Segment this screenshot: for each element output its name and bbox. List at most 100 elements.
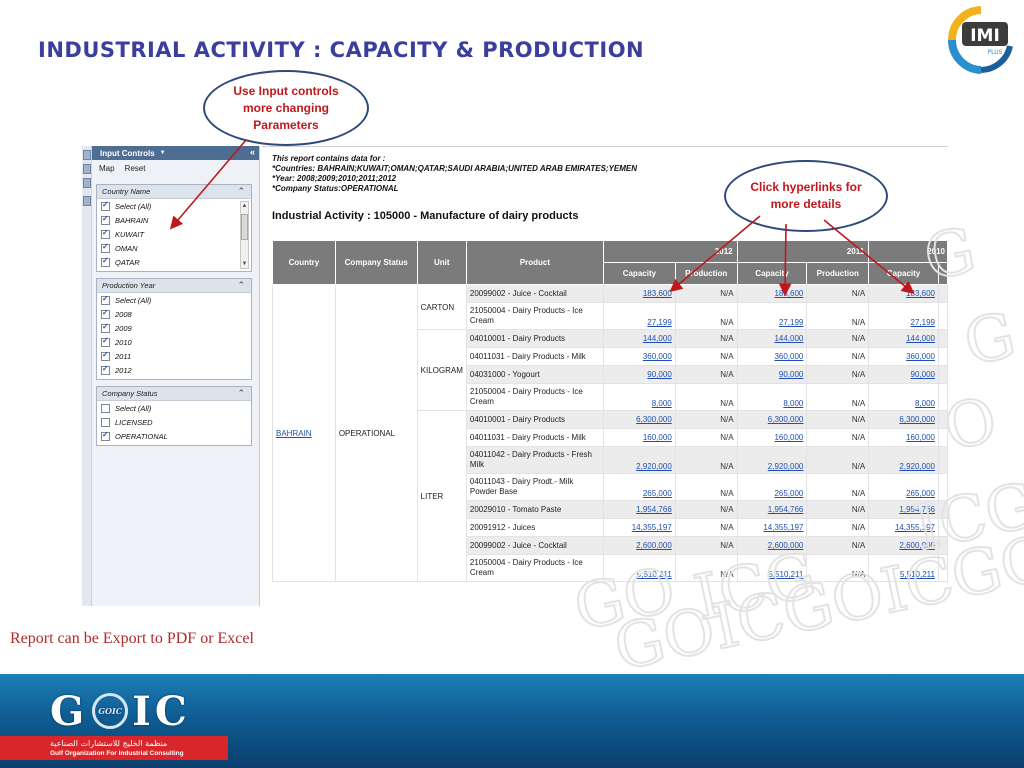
scroll-thumb[interactable] [241,214,248,240]
capacity-link[interactable]: 5,510,211 [768,570,803,579]
capacity-link[interactable]: 8,000 [915,399,935,408]
checkbox[interactable] [101,242,110,253]
capacity-link[interactable]: 160,000 [643,433,672,442]
scroll-up-icon[interactable]: ▲ [241,202,248,210]
filter-option[interactable]: BAHRAIN [97,213,251,227]
capacity-link[interactable]: 183,600 [906,289,935,298]
capacity-link[interactable]: 90,000 [647,370,671,379]
reset-button[interactable]: Reset [125,164,146,173]
filter-option[interactable]: 2012 [97,363,251,377]
checkbox[interactable] [101,294,110,305]
production-cell: N/A [806,329,870,348]
capacity-link[interactable]: 27,199 [647,318,671,327]
capacity-link[interactable]: 6,300,000 [899,415,935,424]
capacity-link[interactable]: 160,000 [774,433,803,442]
capacity-link[interactable]: 360,000 [906,352,935,361]
header-production: Production [806,262,870,285]
criteria-line: *Countries: BAHRAIN;KUWAIT;OMAN;QATAR;SA… [272,164,638,173]
chevron-up-icon[interactable]: ⌃ [237,186,245,197]
production-cell: N/A [674,347,738,366]
checkbox[interactable] [101,403,110,413]
capacity-link[interactable]: 2,920,000 [636,462,672,471]
capacity-cell: 27,199 [603,302,676,330]
capacity-cell: 14,355,197 [736,518,808,537]
product-cell: 04031000 - Yogourt [465,365,605,384]
country-list-scrollbar[interactable]: ▲ ▼ [240,201,249,269]
capacity-link[interactable]: 2,920,000 [899,462,935,471]
capacity-link[interactable]: 1,954,766 [636,505,672,514]
capacity-link[interactable]: 265,000 [774,489,803,498]
capacity-link[interactable]: 1,954,766 [768,505,804,514]
capacity-link[interactable]: 360,000 [643,352,672,361]
filter-option[interactable]: KUWAIT [97,227,251,241]
checkbox[interactable] [101,200,110,211]
filter-option[interactable]: OMAN [97,241,251,255]
checkbox[interactable] [101,364,110,375]
capacity-link[interactable]: 360,000 [774,352,803,361]
capacity-link[interactable]: 27,199 [779,318,803,327]
map-button[interactable]: Map [99,164,115,173]
filter-option[interactable]: 2010 [97,335,251,349]
capacity-link[interactable]: 6,300,000 [768,415,804,424]
strip-button[interactable] [83,164,91,174]
filter-option[interactable]: LICENSED [97,415,251,429]
capacity-link[interactable]: 14,355,197 [895,523,935,532]
capacity-link[interactable]: 1,954,766 [899,505,935,514]
capacity-link[interactable]: 2,600,000 [636,541,672,550]
filter-option[interactable]: Select (All) [97,293,251,307]
capacity-link[interactable]: 14,355,197 [763,523,803,532]
capacity-link[interactable]: 8,000 [652,399,672,408]
checkbox[interactable] [101,322,110,333]
capacity-link[interactable]: 144,000 [906,334,935,343]
chevron-up-icon[interactable]: ⌃ [237,280,245,291]
strip-button[interactable] [83,150,91,160]
export-note: Report can be Export to PDF or Excel [10,630,254,647]
filter-option[interactable]: 2011 [97,349,251,363]
filter-option[interactable]: OPERATIONAL [97,429,251,443]
strip-button[interactable] [83,178,91,188]
capacity-link[interactable]: 90,000 [911,370,935,379]
capacity-link[interactable]: 183,600 [774,289,803,298]
capacity-link[interactable]: 8,000 [783,399,803,408]
capacity-link[interactable]: 14,355,197 [632,523,672,532]
chevron-down-icon[interactable]: ▼ [160,150,166,156]
capacity-link[interactable]: 144,000 [774,334,803,343]
capacity-link[interactable]: 2,600,000 [899,541,935,550]
header-production: Production [674,262,738,285]
checkbox[interactable] [101,350,110,361]
filter-option[interactable]: QATAR [97,255,251,269]
chevron-up-icon[interactable]: ⌃ [237,388,245,399]
capacity-link[interactable]: 27,199 [911,318,935,327]
checkbox[interactable] [101,430,110,441]
capacity-cell: 183,600 [868,284,939,303]
capacity-link[interactable]: 160,000 [906,433,935,442]
checkbox[interactable] [101,214,110,225]
checkbox[interactable] [101,336,110,347]
input-controls-header[interactable]: Input Controls ▼ « [92,146,259,160]
checkbox[interactable] [101,228,110,239]
capacity-link[interactable]: 5,510,211 [900,570,935,579]
checkbox[interactable] [101,256,110,267]
capacity-link[interactable]: 265,000 [643,489,672,498]
checkbox[interactable] [101,417,110,427]
capacity-link[interactable]: 2,600,000 [768,541,804,550]
capacity-link[interactable]: 144,000 [643,334,672,343]
production-cell: N/A [674,383,738,411]
strip-button[interactable] [83,196,91,206]
filter-option[interactable]: Select (All) [97,401,251,415]
capacity-link[interactable]: 90,000 [779,370,803,379]
capacity-link[interactable]: 5,510,211 [637,570,672,579]
filter-option[interactable]: 2009 [97,321,251,335]
checkbox[interactable] [101,308,110,319]
scroll-down-icon[interactable]: ▼ [241,260,248,268]
filter-option[interactable]: 2008 [97,307,251,321]
country-link[interactable]: BAHRAIN [276,429,312,438]
capacity-link[interactable]: 265,000 [906,489,935,498]
collapse-icon[interactable]: « [250,147,255,157]
capacity-link[interactable]: 183,600 [643,289,672,298]
capacity-link[interactable]: 6,300,000 [636,415,672,424]
filter-option[interactable]: Select (All) [97,199,251,213]
production-cell: N/A [806,446,870,474]
capacity-cell: 265,000 [603,473,676,501]
capacity-link[interactable]: 2,920,000 [768,462,804,471]
